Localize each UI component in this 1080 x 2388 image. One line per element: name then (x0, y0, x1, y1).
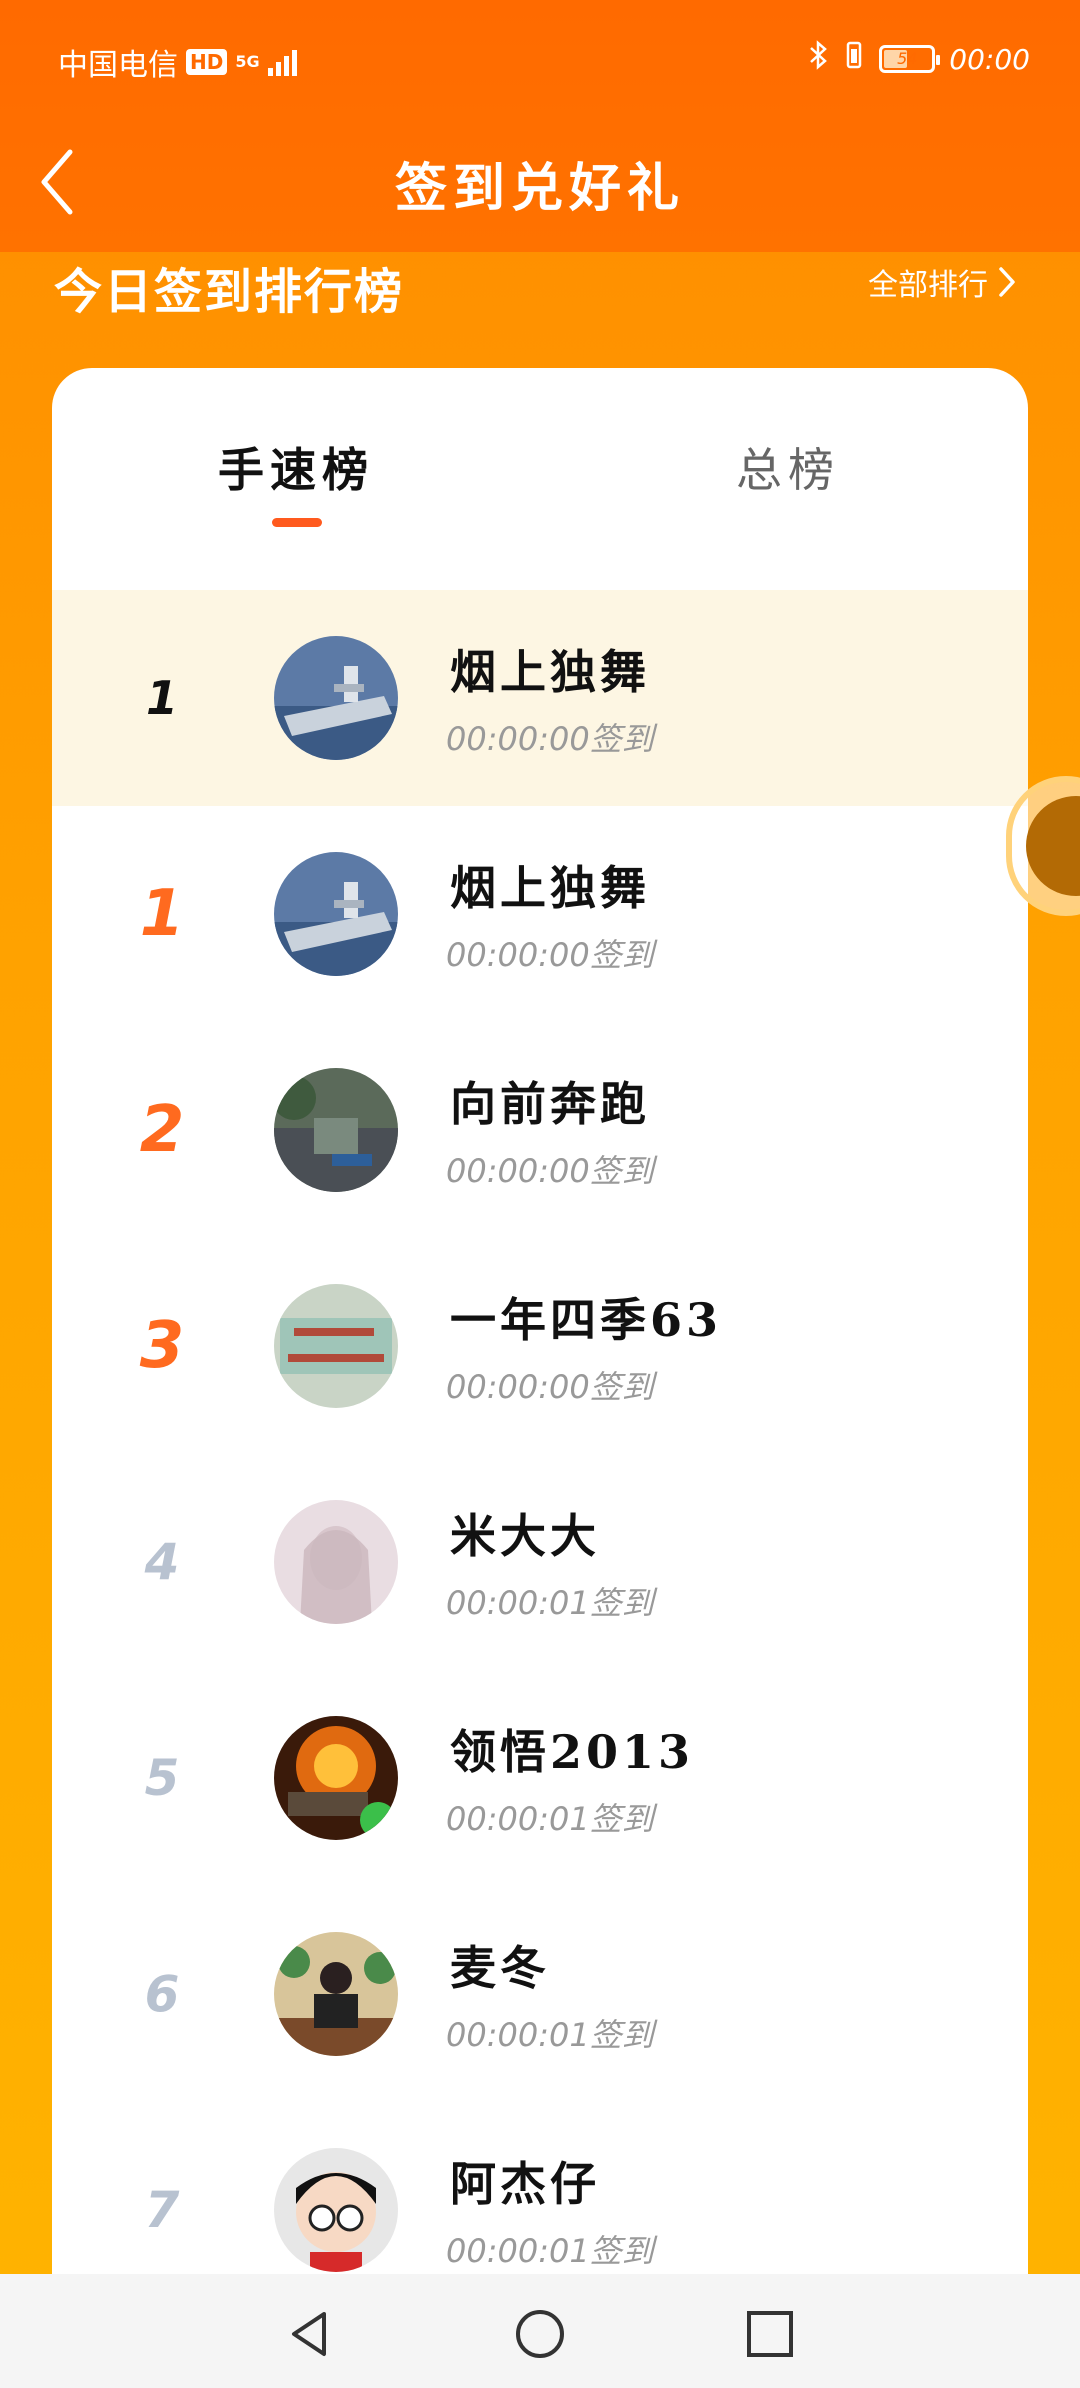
tab-indicator (272, 518, 322, 527)
sign-time-value: 00:00:00 (446, 936, 590, 974)
sign-suffix: 签到 (589, 1584, 654, 1622)
nav-home-icon[interactable] (510, 2304, 570, 2364)
rank-row[interactable]: 6 麦冬 00:00:01签到 (52, 1886, 1028, 2102)
sign-time: 00:00:00签到 (446, 930, 654, 976)
avatar (274, 1068, 398, 1192)
sign-time-value: 00:00:00 (446, 720, 590, 758)
nav-recents-icon[interactable] (740, 2304, 800, 2364)
avatar (274, 1932, 398, 2056)
user-name: 烟上独舞 (450, 861, 650, 915)
battery-text: 54 (897, 49, 918, 68)
all-rank-label: 全部排行 (868, 268, 988, 303)
rank-number: 6 (144, 1965, 180, 2023)
clock: 00:00 (949, 42, 1030, 76)
tab-bar: 手速榜 总榜 (52, 368, 1028, 590)
user-name: 一年四季63 (450, 1293, 723, 1347)
rank-list: 1 烟上独舞 00:00:00签到 1 烟上独舞 00:00:00签到 2 向前… (52, 590, 1028, 2318)
mascot-icon (1026, 796, 1080, 896)
carrier-name: 中国电信 (58, 48, 178, 83)
sign-suffix: 签到 (589, 2016, 654, 2054)
status-bar: 中国电信 HD 5G 54 00:00 (0, 0, 1080, 122)
avatar (274, 1284, 398, 1408)
rank-number: 1 (112, 806, 222, 1022)
avatar (274, 1500, 398, 1624)
status-right: 54 00:00 (809, 40, 1030, 78)
sign-time: 00:00:00签到 (446, 1146, 654, 1192)
status-left: 中国电信 HD 5G (58, 40, 297, 84)
my-rank-number: 1 (145, 671, 178, 725)
sign-time: 00:00:00签到 (446, 714, 654, 760)
rank-row[interactable]: 5 领悟2013 00:00:01签到 (52, 1670, 1028, 1886)
nav-back-icon[interactable] (280, 2304, 340, 2364)
sign-suffix: 签到 (589, 720, 654, 758)
network-badge: 5G (235, 52, 260, 71)
section-title: 今日签到排行榜 (54, 264, 405, 320)
system-nav-bar (0, 2274, 1080, 2388)
rank-number: 2 (112, 1022, 222, 1238)
rank-row[interactable]: 2 向前奔跑 00:00:00签到 (52, 1022, 1028, 1238)
rank-number: 5 (144, 1749, 180, 1807)
user-name: 米大大 (450, 1509, 600, 1563)
all-rank-link[interactable]: 全部排行 (868, 260, 1018, 304)
tab-total-rank[interactable]: 总榜 (736, 434, 840, 500)
avatar (274, 636, 398, 760)
sign-time: 00:00:00签到 (446, 1362, 654, 1408)
rank-number: 4 (144, 1533, 180, 1591)
ranking-card: 手速榜 总榜 1 烟上独舞 00:00:00签到 1 烟上独舞 00:00:00… (52, 368, 1028, 2388)
sign-time-value: 00:00:00 (446, 1152, 590, 1190)
rank-number: 3 (112, 1238, 222, 1454)
sign-suffix: 签到 (589, 936, 654, 974)
vibrate-icon (843, 40, 865, 78)
sign-suffix: 签到 (589, 1152, 654, 1190)
my-rank-row[interactable]: 1 烟上独舞 00:00:00签到 (52, 590, 1028, 806)
chevron-right-icon (999, 267, 1015, 297)
user-name: 阿杰仔 (450, 2157, 600, 2211)
tab-speed-rank[interactable]: 手速榜 (218, 434, 374, 500)
sign-time-value: 00:00:01 (446, 1584, 590, 1622)
sign-time: 00:00:01签到 (446, 2010, 654, 2056)
sign-time: 00:00:01签到 (446, 1578, 654, 1624)
sign-time: 00:00:01签到 (446, 1794, 654, 1840)
avatar (274, 2148, 398, 2272)
sign-time-value: 00:00:01 (446, 2232, 590, 2270)
sign-suffix: 签到 (589, 1368, 654, 1406)
signal-icon (267, 48, 297, 76)
sign-time-value: 00:00:00 (446, 1368, 590, 1406)
page-title: 签到兑好礼 (394, 158, 685, 219)
rank-row[interactable]: 1 烟上独舞 00:00:00签到 (52, 806, 1028, 1022)
user-name: 麦冬 (450, 1941, 550, 1995)
user-name: 向前奔跑 (450, 1077, 650, 1131)
nav-bar: 签到兑好礼 (0, 122, 1080, 252)
sign-time-value: 00:00:01 (446, 2016, 590, 2054)
user-name: 领悟2013 (450, 1725, 695, 1779)
rank-row[interactable]: 4 米大大 00:00:01签到 (52, 1454, 1028, 1670)
sign-time-value: 00:00:01 (446, 1800, 590, 1838)
battery-icon: 54 (879, 45, 941, 73)
sign-time: 00:00:01签到 (446, 2226, 654, 2272)
hd-badge: HD (186, 49, 228, 75)
sign-suffix: 签到 (589, 2232, 654, 2270)
sign-suffix: 签到 (589, 1800, 654, 1838)
bluetooth-icon (809, 40, 829, 78)
user-name: 烟上独舞 (450, 645, 650, 699)
avatar (274, 1716, 398, 1840)
rank-row[interactable]: 3 一年四季63 00:00:00签到 (52, 1238, 1028, 1454)
avatar (274, 852, 398, 976)
